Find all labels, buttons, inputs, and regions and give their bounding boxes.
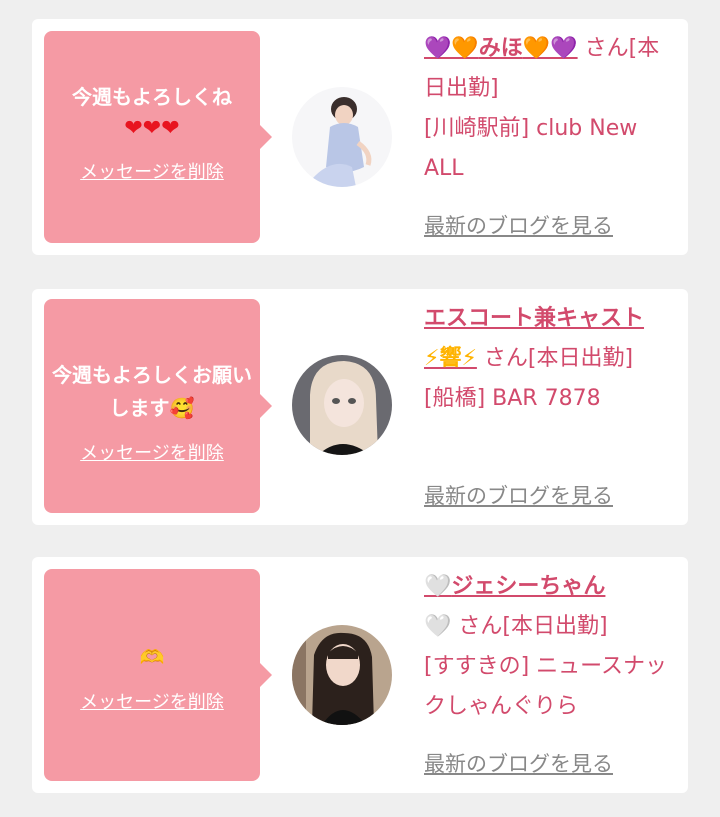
message-card: 今週もよろしくね ❤❤❤ メッセージを削除 💜🧡みほ🧡💜 さん[本日出勤] [川…	[32, 19, 688, 255]
avatar[interactable]	[292, 625, 392, 725]
white-heart-icon: 🤍	[424, 574, 452, 599]
heart-icon: 🧡💜	[522, 36, 578, 61]
message-bubble: 今週もよろしくね ❤❤❤ メッセージを削除	[44, 31, 272, 243]
message-bubble: 🫶 メッセージを削除	[44, 569, 272, 781]
cast-name-link[interactable]: 💜🧡みほ🧡💜	[424, 36, 578, 61]
message-text: 今週もよろしくお願いします🥰	[52, 363, 252, 420]
location-text: [川崎駅前] club New ALL	[424, 116, 638, 181]
lightning-icon: ⚡響⚡	[424, 346, 477, 371]
cast-name-link[interactable]: 🤍ジェシーちゃん	[424, 574, 605, 599]
location-text: [船橋] BAR 7878	[424, 386, 601, 411]
message-text: 🫶	[139, 645, 165, 669]
cast-name: ジェシーちゃん	[451, 574, 606, 599]
cast-name: みほ	[478, 36, 523, 61]
cast-name: エスコート兼キャスト	[424, 306, 645, 331]
message-card: 🫶 メッセージを削除 🤍ジェシーちゃん 🤍 さん[本日出勤] [すすきの] ニュ…	[32, 557, 688, 793]
location-text: [すすきの] ニュースナックしゃんぐりら	[424, 654, 668, 719]
cast-info: 💜🧡みほ🧡💜 さん[本日出勤] [川崎駅前] club New ALL	[424, 29, 674, 189]
blog-link[interactable]: 最新のブログを見る	[424, 748, 613, 778]
message-text: 今週もよろしくね	[72, 85, 232, 109]
heart-icon: 💜🧡	[424, 36, 479, 61]
blog-link[interactable]: 最新のブログを見る	[424, 210, 613, 240]
white-heart-icon: 🤍	[424, 614, 452, 639]
delete-message-link[interactable]: メッセージを削除	[80, 158, 224, 184]
message-bubble: 今週もよろしくお願いします🥰 メッセージを削除	[44, 299, 272, 513]
cast-info: 🤍ジェシーちゃん 🤍 さん[本日出勤] [すすきの] ニュースナックしゃんぐりら	[424, 567, 674, 727]
san-label: さん[本日出勤]	[483, 346, 634, 371]
message-emoji: ❤❤❤	[124, 116, 180, 141]
san-label: さん[本日出勤]	[458, 614, 608, 639]
blog-link[interactable]: 最新のブログを見る	[424, 480, 613, 510]
delete-message-link[interactable]: メッセージを削除	[80, 439, 224, 465]
message-card: 今週もよろしくお願いします🥰 メッセージを削除 エスコート兼キャスト ⚡響⚡ さん…	[32, 289, 688, 525]
cast-info: エスコート兼キャスト ⚡響⚡ さん[本日出勤] [船橋] BAR 7878	[424, 299, 674, 419]
avatar[interactable]	[292, 87, 392, 187]
delete-message-link[interactable]: メッセージを削除	[80, 688, 224, 714]
avatar[interactable]	[292, 355, 392, 455]
